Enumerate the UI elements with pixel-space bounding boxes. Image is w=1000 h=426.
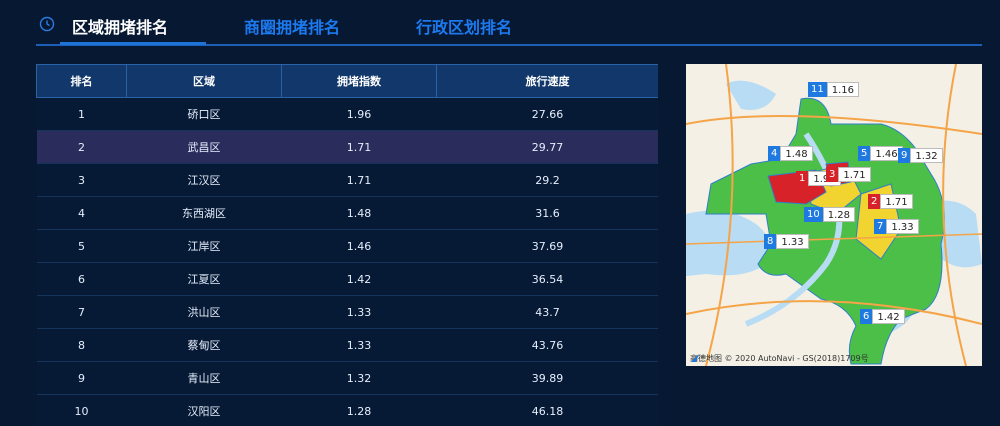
cell-rank: 3 — [36, 163, 127, 197]
cell-district: 青山区 — [126, 361, 282, 395]
cell-travel-speed: 31.6 — [436, 196, 658, 230]
cell-congestion-index: 1.71 — [281, 163, 437, 197]
header-congestion-index: 拥堵指数 — [281, 64, 437, 98]
cell-congestion-index: 1.42 — [281, 262, 437, 296]
cell-district: 硚口区 — [126, 97, 282, 131]
table-row[interactable]: 1 硚口区 1.96 27.66 — [36, 97, 658, 131]
header-rank: 排名 — [36, 64, 127, 98]
map-marker-5[interactable]: 5 1.46 — [858, 146, 903, 161]
cell-travel-speed: 27.66 — [436, 97, 658, 131]
cell-district: 武昌区 — [126, 130, 282, 164]
ranking-table: 排名 区域 拥堵指数 旅行速度 1 硚口区 1.96 27.66 2 武昌区 1.71 29.… — [36, 64, 658, 426]
map-marker-2[interactable]: 2 1.71 — [868, 194, 913, 209]
map-attribution-text: 高德地图 © 2020 AutoNavi - GS(2018)1709号 — [690, 354, 869, 363]
table-row[interactable]: 4 东西湖区 1.48 31.6 — [36, 196, 658, 230]
cell-rank: 1 — [36, 97, 127, 131]
active-tab-indicator — [60, 42, 206, 45]
cell-district: 江夏区 — [126, 262, 282, 296]
table-row[interactable]: 10 汉阳区 1.28 46.18 — [36, 394, 658, 426]
cell-rank: 9 — [36, 361, 127, 395]
cell-congestion-index: 1.28 — [281, 394, 437, 426]
cell-rank: 7 — [36, 295, 127, 329]
map-marker-4[interactable]: 4 1.48 — [768, 146, 813, 161]
table-row[interactable]: 6 江夏区 1.42 36.54 — [36, 262, 658, 296]
cell-travel-speed: 43.76 — [436, 328, 658, 362]
table-row[interactable]: 3 江汉区 1.71 29.2 — [36, 163, 658, 197]
cell-travel-speed: 39.89 — [436, 361, 658, 395]
ranking-table-container[interactable]: 排名 区域 拥堵指数 旅行速度 1 硚口区 1.96 27.66 2 武昌区 1.71 29.… — [36, 64, 658, 426]
map-marker-8[interactable]: 8 1.33 — [764, 234, 809, 249]
table-row[interactable]: 7 洪山区 1.33 43.7 — [36, 295, 658, 329]
clock-icon — [39, 16, 55, 32]
map-marker-10[interactable]: 10 1.28 — [804, 207, 855, 222]
cell-congestion-index: 1.48 — [281, 196, 437, 230]
map-attribution: 高德地图 © 2020 AutoNavi - GS(2018)1709号 — [690, 353, 869, 364]
table-row[interactable]: 8 蔡甸区 1.33 43.76 — [36, 328, 658, 362]
congestion-map[interactable]: 11 1.16 4 1.48 5 1.46 9 1.32 1 1.96 3 1.71 2 1.… — [686, 64, 982, 366]
cell-rank: 6 — [36, 262, 127, 296]
cell-travel-speed: 46.18 — [436, 394, 658, 426]
cell-rank: 2 — [36, 130, 127, 164]
cell-congestion-index: 1.96 — [281, 97, 437, 131]
cell-district: 东西湖区 — [126, 196, 282, 230]
cell-rank: 4 — [36, 196, 127, 230]
map-marker-11[interactable]: 11 1.16 — [808, 82, 859, 97]
cell-travel-speed: 37.69 — [436, 229, 658, 263]
cell-district: 江汉区 — [126, 163, 282, 197]
map-marker-9[interactable]: 9 1.32 — [898, 148, 943, 163]
cell-congestion-index: 1.71 — [281, 130, 437, 164]
table-row[interactable]: 9 青山区 1.32 39.89 — [36, 361, 658, 395]
map-marker-7[interactable]: 7 1.33 — [874, 219, 919, 234]
cell-rank: 10 — [36, 394, 127, 426]
table-row[interactable]: 5 江岸区 1.46 37.69 — [36, 229, 658, 263]
cell-congestion-index: 1.32 — [281, 361, 437, 395]
header-travel-speed: 旅行速度 — [436, 64, 658, 98]
cell-district: 蔡甸区 — [126, 328, 282, 362]
cell-travel-speed: 43.7 — [436, 295, 658, 329]
cell-congestion-index: 1.46 — [281, 229, 437, 263]
map-marker-3[interactable]: 3 1.71 — [826, 167, 871, 182]
cell-congestion-index: 1.33 — [281, 328, 437, 362]
cell-travel-speed: 29.2 — [436, 163, 658, 197]
cell-rank: 5 — [36, 229, 127, 263]
table-header-row: 排名 区域 拥堵指数 旅行速度 — [36, 64, 658, 98]
cell-district: 汉阳区 — [126, 394, 282, 426]
header-district: 区域 — [126, 64, 282, 98]
tab-district-congestion[interactable]: 区域拥堵排名 — [72, 14, 168, 38]
cell-travel-speed: 36.54 — [436, 262, 658, 296]
cell-district: 江岸区 — [126, 229, 282, 263]
tab-business-area-congestion[interactable]: 商圈拥堵排名 — [244, 14, 340, 38]
amap-logo-icon — [691, 354, 699, 362]
cell-rank: 8 — [36, 328, 127, 362]
cell-congestion-index: 1.33 — [281, 295, 437, 329]
tab-administrative-ranking[interactable]: 行政区划排名 — [416, 14, 512, 38]
cell-district: 洪山区 — [126, 295, 282, 329]
cell-travel-speed: 29.77 — [436, 130, 658, 164]
tab-bar: 区域拥堵排名 商圈拥堵排名 行政区划排名 — [36, 0, 982, 46]
map-marker-6[interactable]: 6 1.42 — [860, 309, 905, 324]
table-row[interactable]: 2 武昌区 1.71 29.77 — [36, 130, 658, 164]
